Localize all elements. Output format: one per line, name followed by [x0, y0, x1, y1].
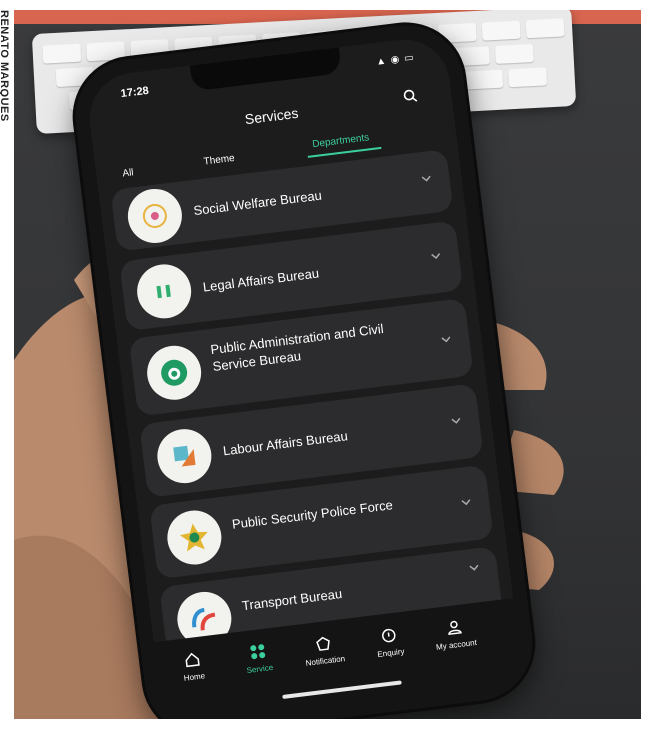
search-icon[interactable] — [402, 88, 418, 104]
status-icons: ▲ ◉ ▭ — [375, 52, 416, 68]
chevron-down-icon — [469, 564, 479, 571]
tab-bar-service[interactable]: Service — [225, 640, 292, 678]
chevron-down-icon — [431, 253, 441, 260]
tab-bar-label: Enquiry — [376, 646, 405, 660]
chevron-down-icon — [441, 336, 451, 343]
tab-bar-label: My account — [435, 637, 478, 652]
legal-affairs-logo — [134, 261, 195, 322]
photo: 17:28 ▲ ◉ ▭ Services All Theme Departmen… — [14, 10, 641, 719]
tab-bar-label: Home — [183, 671, 206, 683]
tab-bar-label: Notification — [305, 654, 346, 668]
department-label: Public Security Police Force — [231, 497, 394, 532]
tab-bar-home[interactable]: Home — [160, 648, 227, 686]
department-label: Labour Affairs Bureau — [222, 428, 349, 459]
tab-bar-notification[interactable]: Notification — [291, 632, 358, 670]
department-list: Social Welfare Bureau Legal Affairs Bure… — [110, 148, 504, 661]
chevron-down-icon — [451, 417, 461, 424]
tab-all[interactable]: All — [122, 167, 134, 179]
status-time: 17:28 — [120, 84, 150, 101]
social-welfare-logo — [124, 185, 185, 247]
service-icon — [250, 644, 266, 660]
home-indicator — [282, 680, 402, 699]
police-logo — [164, 507, 225, 568]
notification-icon — [316, 636, 330, 651]
tab-bar-account[interactable]: My account — [422, 616, 489, 654]
labour-affairs-logo — [154, 426, 215, 487]
department-label: Legal Affairs Bureau — [202, 265, 320, 295]
department-label: Social Welfare Bureau — [192, 187, 323, 219]
phone: 17:28 ▲ ◉ ▭ Services All Theme Departmen… — [69, 18, 539, 719]
home-icon — [185, 652, 200, 668]
tab-bar-enquiry[interactable]: Enquiry — [356, 624, 423, 662]
tab-theme[interactable]: Theme — [203, 153, 235, 168]
account-icon — [448, 620, 462, 636]
tab-bar-label: Service — [246, 662, 274, 676]
photo-credit: RENATO MARQUES — [0, 10, 10, 122]
chevron-down-icon — [421, 175, 431, 182]
safp-logo — [144, 342, 205, 403]
tab-departments[interactable]: Departments — [312, 132, 370, 150]
enquiry-icon — [382, 628, 396, 643]
chevron-down-icon — [461, 499, 471, 506]
department-label: Public Administration and Civil Service … — [209, 320, 385, 374]
